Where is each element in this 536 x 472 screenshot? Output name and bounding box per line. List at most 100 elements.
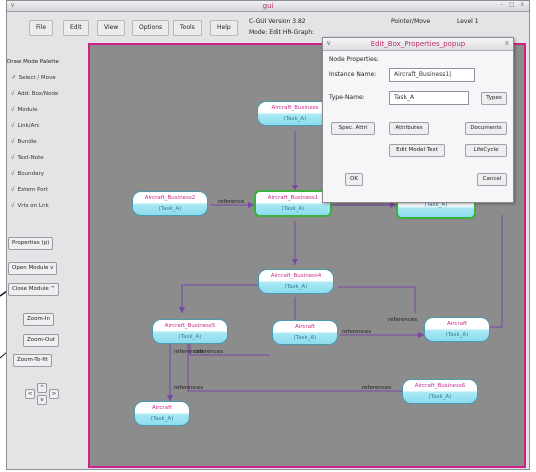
palette-item-label: Bundle <box>17 139 37 145</box>
title-bar: ∨ gui - □ x <box>7 1 529 12</box>
check-icon: √ <box>11 139 15 145</box>
mode-text: Mode: Edit HR-Graph: <box>249 29 315 36</box>
node-type: (Task_A) <box>293 335 317 341</box>
node-type: (Task_A) <box>428 394 452 400</box>
attributes-button[interactable]: Attributes <box>389 122 429 135</box>
cancel-button[interactable]: Cancel <box>477 173 507 186</box>
node-name: Aircraft_Business6 <box>414 383 466 389</box>
types-button[interactable]: Types <box>481 92 507 105</box>
palette-item-label: Vrts on Lnk <box>17 203 49 209</box>
pointer-mode-text: Pointer/Move <box>391 18 431 25</box>
palette-item-label: Module <box>17 107 38 113</box>
check-icon: √ <box>11 155 15 161</box>
palette-item-label: Boundary <box>17 171 45 177</box>
check-icon: √ <box>11 107 15 113</box>
ok-button[interactable]: OK <box>345 173 363 186</box>
palette-item-boundary[interactable]: √ Boundary <box>11 171 44 177</box>
pan-right-button[interactable]: > <box>49 389 59 399</box>
node-type: (Task_A) <box>158 206 182 212</box>
check-icon: √ <box>11 203 15 209</box>
zoom-out-button[interactable]: Zoom-Out <box>23 334 59 347</box>
palette-item-label: Select / Move <box>18 75 56 81</box>
node-type: (Task_A) <box>445 332 469 338</box>
palette-item-add-box[interactable]: √ Add: Box/Node <box>11 91 58 97</box>
type-name-input[interactable]: Task_A <box>389 91 469 105</box>
edge-label: references <box>174 385 204 391</box>
pan-up-button[interactable]: ^ <box>37 383 47 393</box>
node-name: Aircraft <box>151 405 173 411</box>
popup-close-icon[interactable]: x <box>505 39 509 47</box>
instance-name-label: Instance Name: <box>329 71 377 78</box>
node-type: (Task_A) <box>178 334 202 340</box>
node-name: Aircraft <box>446 321 468 327</box>
type-name-label: Type-Name: <box>329 94 365 101</box>
palette-item-label: Add: Box/Node <box>17 91 59 97</box>
edge-label: references <box>362 385 392 391</box>
edge-label: reference <box>218 199 245 205</box>
app-window: ∨ gui - □ x File Edit View Options Tools… <box>6 0 530 470</box>
close-module-button[interactable]: Close Module ^ <box>8 283 60 296</box>
menu-view-button[interactable]: View <box>97 20 126 36</box>
node-name: Aircraft_Business <box>271 105 319 111</box>
palette-item-text-note[interactable]: √ Text-Note <box>11 155 44 161</box>
open-module-button[interactable]: Open Module v <box>8 262 58 275</box>
zoom-in-button[interactable]: Zoom-In <box>23 313 54 326</box>
palette-item-bundle[interactable]: √ Bundle <box>11 139 37 145</box>
window-title: gui <box>262 2 274 10</box>
spec-attri-button[interactable]: Spec. Attri <box>331 122 375 135</box>
node-name: Aircraft_Business1 <box>267 195 319 201</box>
palette-item-label: Text-Note <box>17 155 44 161</box>
properties-button[interactable]: Properties (p) <box>8 237 54 250</box>
popup-title-bar: ∨ Edit_Box_Properties_popup x <box>323 38 513 51</box>
node-name: Aircraft <box>294 324 316 330</box>
menu-tools-button[interactable]: Tools <box>173 20 202 36</box>
palette-item-label: Link/Arc <box>17 123 40 129</box>
pan-down-button[interactable]: v <box>37 395 47 405</box>
menu-edit-button[interactable]: Edit <box>63 20 89 36</box>
instance-name-input[interactable]: Aircraft_Business1| <box>389 68 475 82</box>
lifecycle-button[interactable]: LifeCycle <box>465 144 507 157</box>
graph-node[interactable]: Aircraft_Business5 (Task_A) <box>152 319 228 344</box>
palette-item-link[interactable]: √ Link/Arc <box>11 123 40 129</box>
menu-options-button[interactable]: Options <box>132 20 170 36</box>
level-text: Level 1 <box>457 18 479 25</box>
edit-box-properties-popup: ∨ Edit_Box_Properties_popup x Node Prope… <box>322 37 514 203</box>
graph-node[interactable]: Aircraft_Business4 (Task_A) <box>258 269 334 294</box>
check-icon: √ <box>11 187 15 193</box>
graph-node[interactable]: Aircraft (Task_A) <box>272 320 338 345</box>
node-properties-label: Node Properties: <box>329 56 379 63</box>
node-name: Aircraft_Business2 <box>144 195 196 201</box>
zoom-to-fit-button[interactable]: Zoom-To-fit <box>13 354 52 367</box>
menu-help-button[interactable]: Help <box>210 20 238 36</box>
graph-node[interactable]: Aircraft (Task_A) <box>424 317 490 342</box>
node-name: Aircraft_Business4 <box>270 273 322 279</box>
draw-mode-palette: Draw Mode Palette ↗ Select / Move √ Add: B… <box>7 43 85 469</box>
check-icon: √ <box>11 123 15 129</box>
graph-node[interactable]: Aircraft_Business2 (Task_A) <box>132 191 208 216</box>
edge-label: references <box>194 349 224 355</box>
palette-title: Draw Mode Palette <box>7 59 59 65</box>
documents-button[interactable]: Documents <box>465 122 507 135</box>
node-type: (Task_A) <box>283 116 307 122</box>
check-icon: √ <box>11 91 15 97</box>
menu-file-button[interactable]: File <box>29 20 54 36</box>
graph-node[interactable]: Aircraft_Business6 (Task_A) <box>402 379 478 404</box>
graph-node[interactable]: Aircraft (Task_A) <box>134 401 190 426</box>
window-controls-icon[interactable]: - □ x <box>501 1 526 8</box>
node-type: (Task_A) <box>281 206 305 212</box>
palette-item-module[interactable]: √ Module <box>11 107 38 113</box>
check-icon: √ <box>11 171 15 177</box>
palette-item-vrts[interactable]: √ Vrts on Lnk <box>11 203 49 209</box>
pan-left-button[interactable]: < <box>25 389 35 399</box>
palette-item-label: Extern Port <box>17 187 49 193</box>
graph-node-selected[interactable]: Aircraft_Business1 (Task_A) <box>254 190 332 217</box>
palette-item-select[interactable]: ↗ Select / Move <box>11 75 56 81</box>
palette-item-extern-port[interactable]: √ Extern Port <box>11 187 48 193</box>
arrow-icon: ↗ <box>11 75 16 81</box>
node-name: Aircraft_Business5 <box>164 323 216 329</box>
edge-label: references <box>388 317 418 323</box>
edit-model-text-button[interactable]: Edit Model Text <box>389 144 445 157</box>
popup-title: Edit_Box_Properties_popup <box>370 40 466 48</box>
edge-label: references <box>342 329 372 335</box>
version-text: C-GUI Version 3.82 <box>249 18 306 25</box>
